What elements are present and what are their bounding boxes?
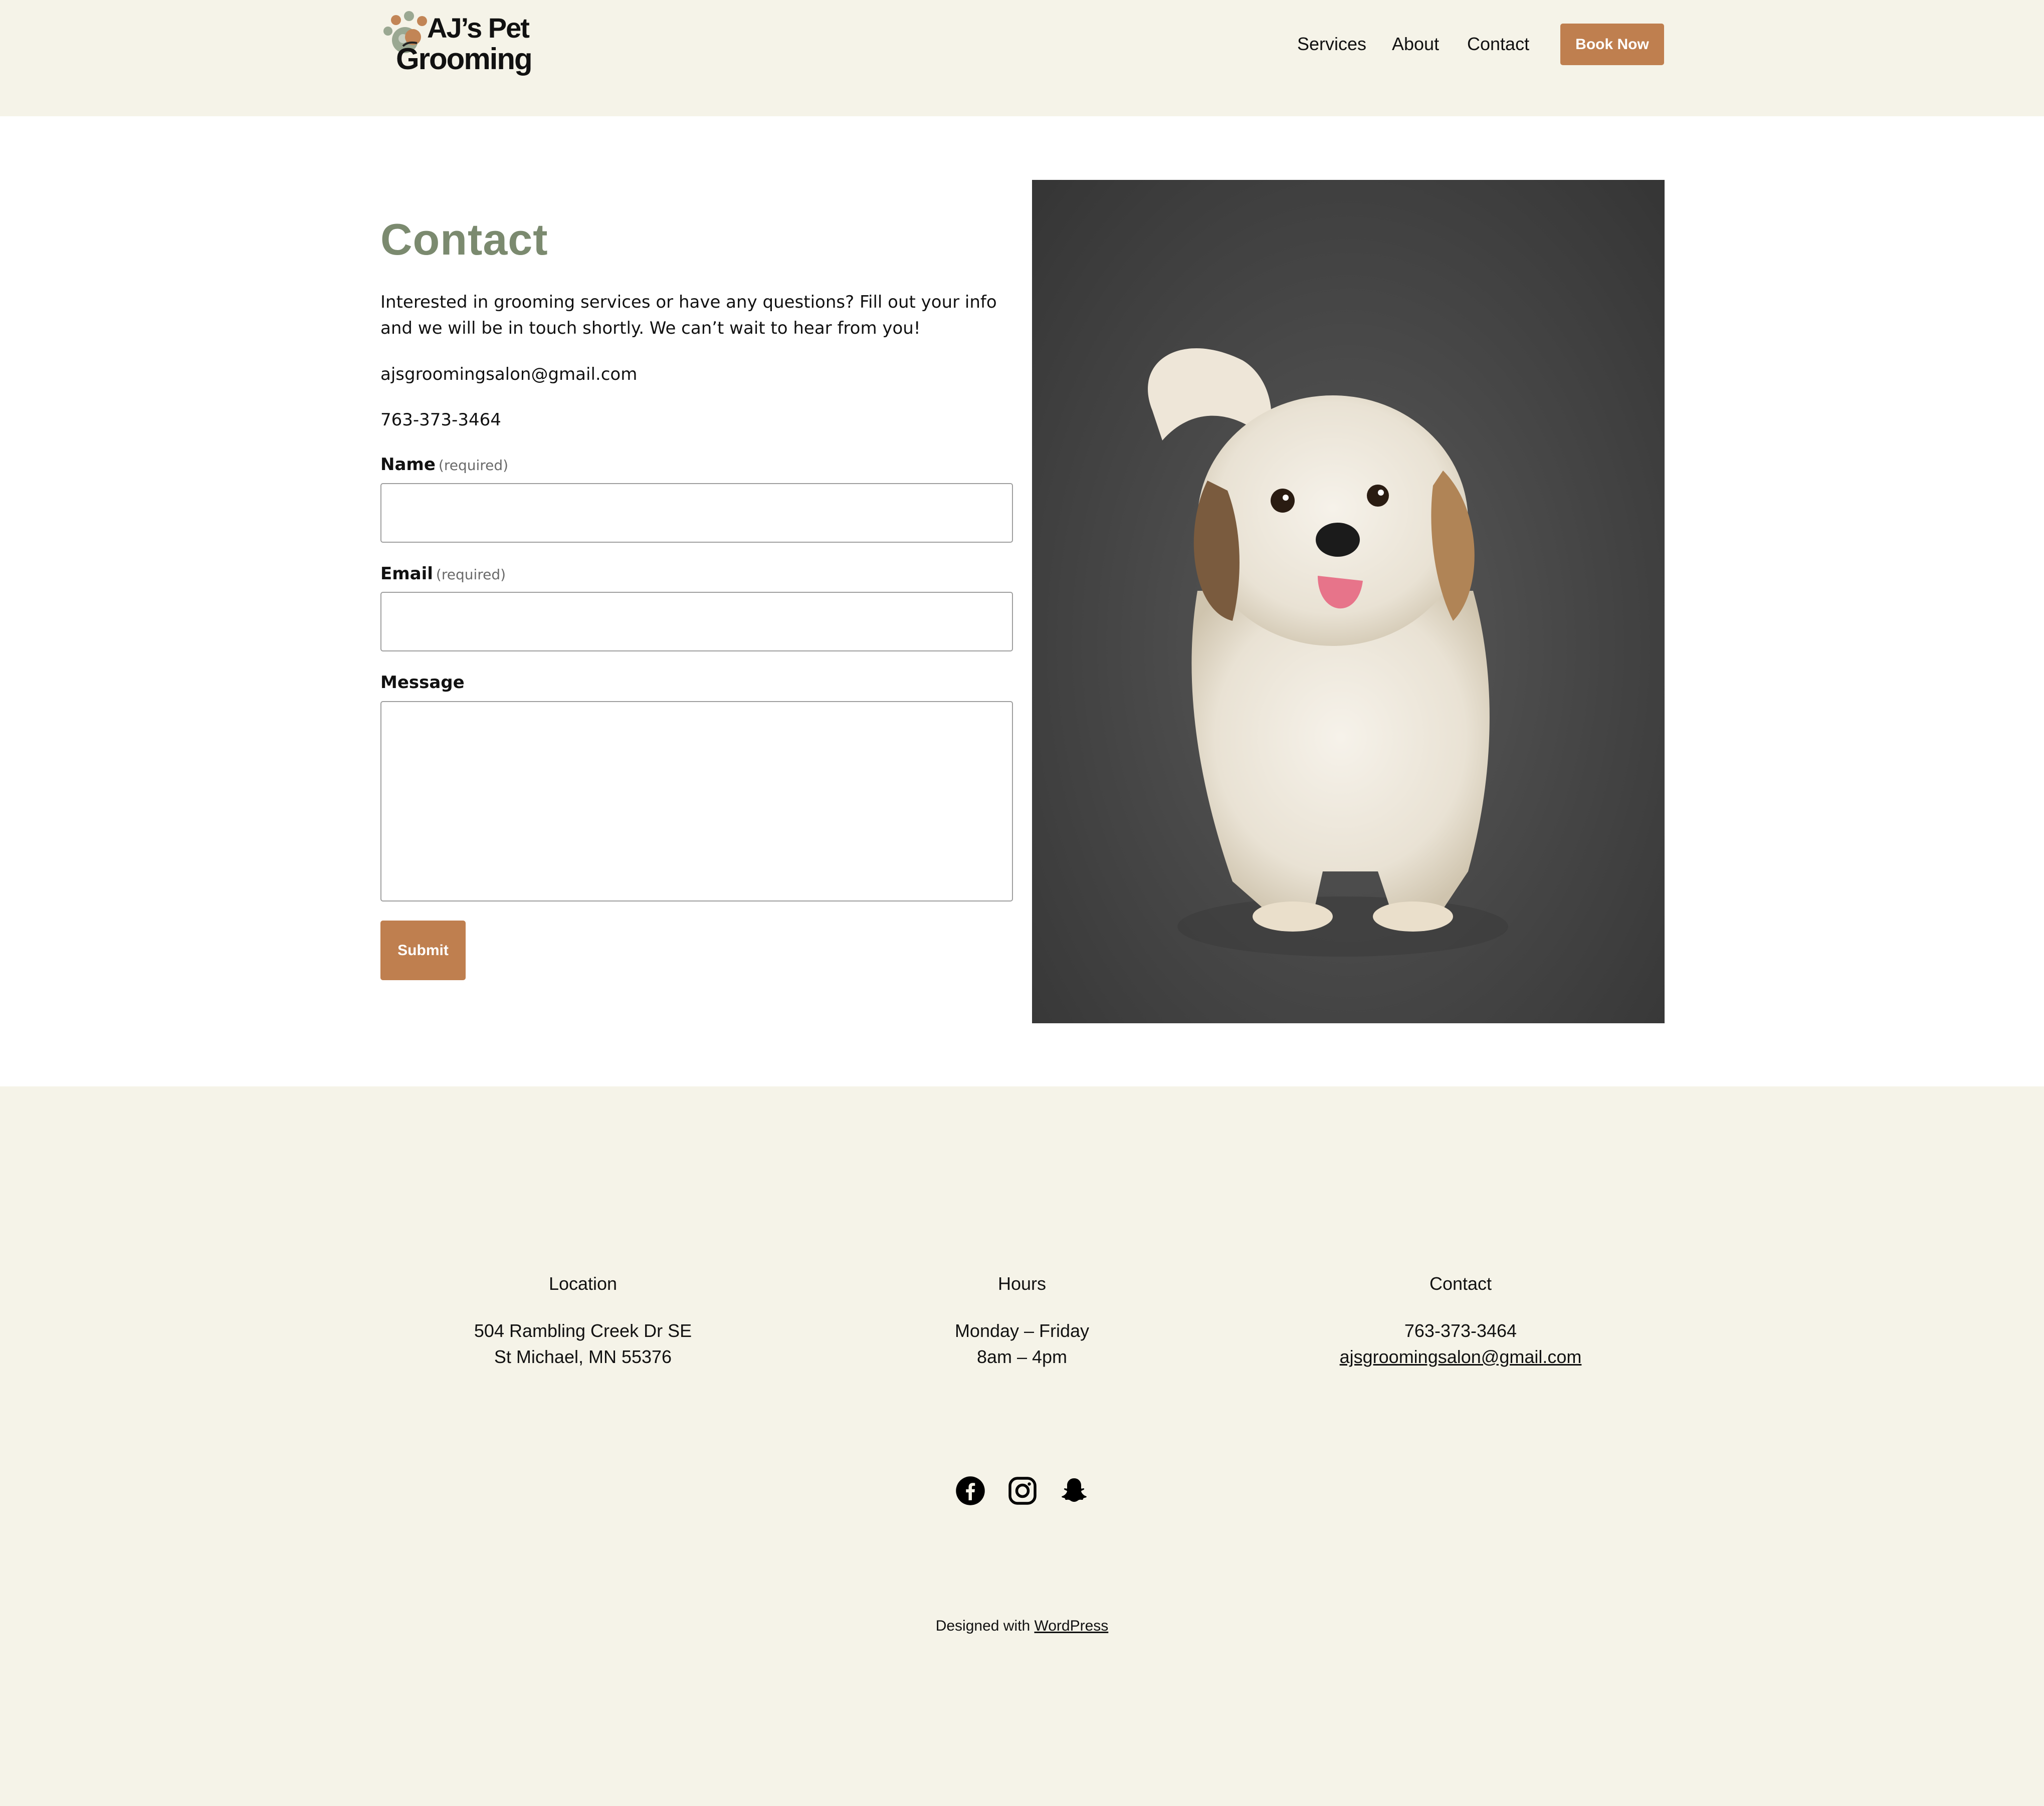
message-textarea[interactable] [380, 701, 1013, 901]
footer-address-line2: St Michael, MN 55376 [494, 1346, 672, 1367]
name-input[interactable] [380, 483, 1013, 543]
email-required-note: (required) [436, 566, 506, 583]
site-header: AJ’s Pet Grooming Services About Contact… [0, 0, 2044, 116]
nav-services[interactable]: Services [1297, 32, 1366, 56]
footer-contact-heading: Contact [1429, 1273, 1492, 1294]
credit-prefix: Designed with [935, 1618, 1035, 1634]
name-label: Name (required) [380, 454, 508, 477]
submit-button[interactable]: Submit [380, 921, 466, 980]
footer-location-heading: Location [548, 1273, 618, 1294]
dog-illustration [1148, 348, 1508, 957]
logo-text-line2: Grooming [396, 42, 533, 76]
email-input[interactable] [380, 592, 1013, 651]
book-now-button[interactable]: Book Now [1560, 24, 1664, 65]
contact-email: ajsgroomingsalon@gmail.com [380, 364, 638, 384]
email-label: Email (required) [380, 563, 506, 586]
nav-about[interactable]: About [1392, 32, 1439, 56]
footer-hours-days: Monday – Friday [954, 1320, 1090, 1341]
instagram-icon[interactable] [1007, 1476, 1038, 1506]
snapchat-icon[interactable] [1059, 1476, 1089, 1506]
contact-intro: Interested in grooming services or have … [380, 292, 997, 338]
facebook-icon[interactable] [955, 1476, 985, 1506]
footer-location: Location 504 Rambling Creek Dr SE St Mic… [382, 1271, 783, 1370]
nav-contact[interactable]: Contact [1467, 32, 1529, 56]
footer-hours-heading: Hours [997, 1273, 1047, 1294]
message-label-text: Message [380, 672, 465, 693]
site-logo[interactable]: AJ’s Pet Grooming [381, 11, 536, 79]
name-required-note: (required) [438, 457, 509, 474]
footer-hours: Hours Monday – Friday 8am – 4pm [822, 1271, 1222, 1370]
email-label-text: Email [380, 564, 433, 584]
footer-phone: 763-373-3464 [1404, 1320, 1517, 1341]
site-footer [0, 1086, 2044, 1806]
logo-text-line1: AJ’s Pet [427, 12, 530, 44]
footer-hours-time: 8am – 4pm [976, 1346, 1068, 1367]
name-label-text: Name [380, 455, 436, 475]
footer-address-line1: 504 Rambling Creek Dr SE [474, 1320, 692, 1341]
footer-contact: Contact 763-373-3464 ajsgroomingsalon@gm… [1260, 1271, 1661, 1370]
wordpress-link[interactable]: WordPress [1034, 1618, 1108, 1634]
message-label: Message [380, 671, 465, 694]
footer-credit: Designed with WordPress [0, 1614, 2044, 1638]
page-title: Contact [380, 214, 548, 264]
footer-email-link[interactable]: ajsgroomingsalon@gmail.com [1260, 1344, 1661, 1370]
dog-photo [1032, 180, 1665, 1023]
contact-phone: 763-373-3464 [380, 410, 501, 430]
